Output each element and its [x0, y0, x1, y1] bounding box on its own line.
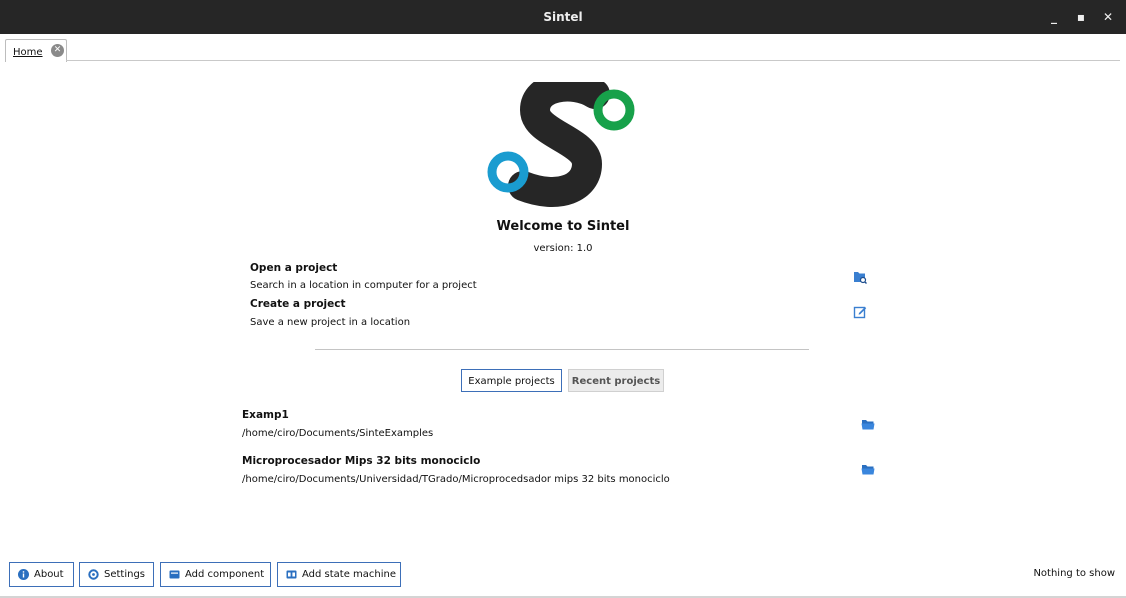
state-machine-icon — [286, 570, 297, 579]
section-divider — [315, 349, 809, 350]
welcome-heading: Welcome to Sintel — [496, 219, 630, 234]
settings-label: Settings — [104, 569, 146, 580]
maximize-button[interactable]: ▪ — [1072, 0, 1090, 34]
info-icon — [18, 569, 29, 580]
settings-button[interactable]: Settings — [79, 562, 154, 587]
example-projects-button[interactable]: Example projects — [461, 369, 562, 392]
open-project-description: Search in a location in computer for a p… — [250, 280, 477, 291]
new-document-icon[interactable] — [853, 305, 867, 319]
project-name[interactable]: Examp1 — [242, 409, 289, 421]
status-text: Nothing to show — [1033, 568, 1115, 579]
version-label: version: 1.0 — [533, 243, 593, 254]
add-component-label: Add component — [185, 569, 265, 580]
project-path: /home/ciro/Documents/SinteExamples — [242, 428, 434, 439]
window-title: Sintel — [543, 10, 583, 24]
sintel-logo — [487, 82, 635, 207]
component-icon — [169, 570, 180, 579]
tab-home[interactable]: Home ✕ — [5, 39, 67, 62]
create-project-description: Save a new project in a location — [250, 317, 411, 328]
project-path: /home/ciro/Documents/Universidad/TGrado/… — [242, 474, 670, 485]
project-name[interactable]: Microprocesador Mips 32 bits monociclo — [242, 455, 480, 467]
folder-open-icon[interactable] — [861, 417, 875, 431]
folder-search-icon[interactable] — [853, 270, 867, 284]
recent-projects-button[interactable]: Recent projects — [568, 369, 664, 392]
tab-home-label: Home — [13, 47, 43, 58]
tab-divider — [66, 60, 1120, 61]
about-label: About — [34, 569, 64, 580]
close-tab-icon[interactable]: ✕ — [51, 44, 64, 57]
close-window-button[interactable]: ✕ — [1099, 0, 1117, 34]
add-component-button[interactable]: Add component — [160, 562, 271, 587]
create-project-title[interactable]: Create a project — [250, 298, 346, 310]
open-project-title[interactable]: Open a project — [250, 262, 337, 274]
minimize-button[interactable]: _ — [1045, 0, 1063, 34]
title-bar: Sintel _ ▪ ✕ — [0, 0, 1126, 34]
gear-icon — [88, 569, 99, 580]
add-state-machine-label: Add state machine — [302, 569, 397, 580]
about-button[interactable]: About — [9, 562, 74, 587]
folder-open-icon[interactable] — [861, 462, 875, 476]
add-state-machine-button[interactable]: Add state machine — [277, 562, 401, 587]
